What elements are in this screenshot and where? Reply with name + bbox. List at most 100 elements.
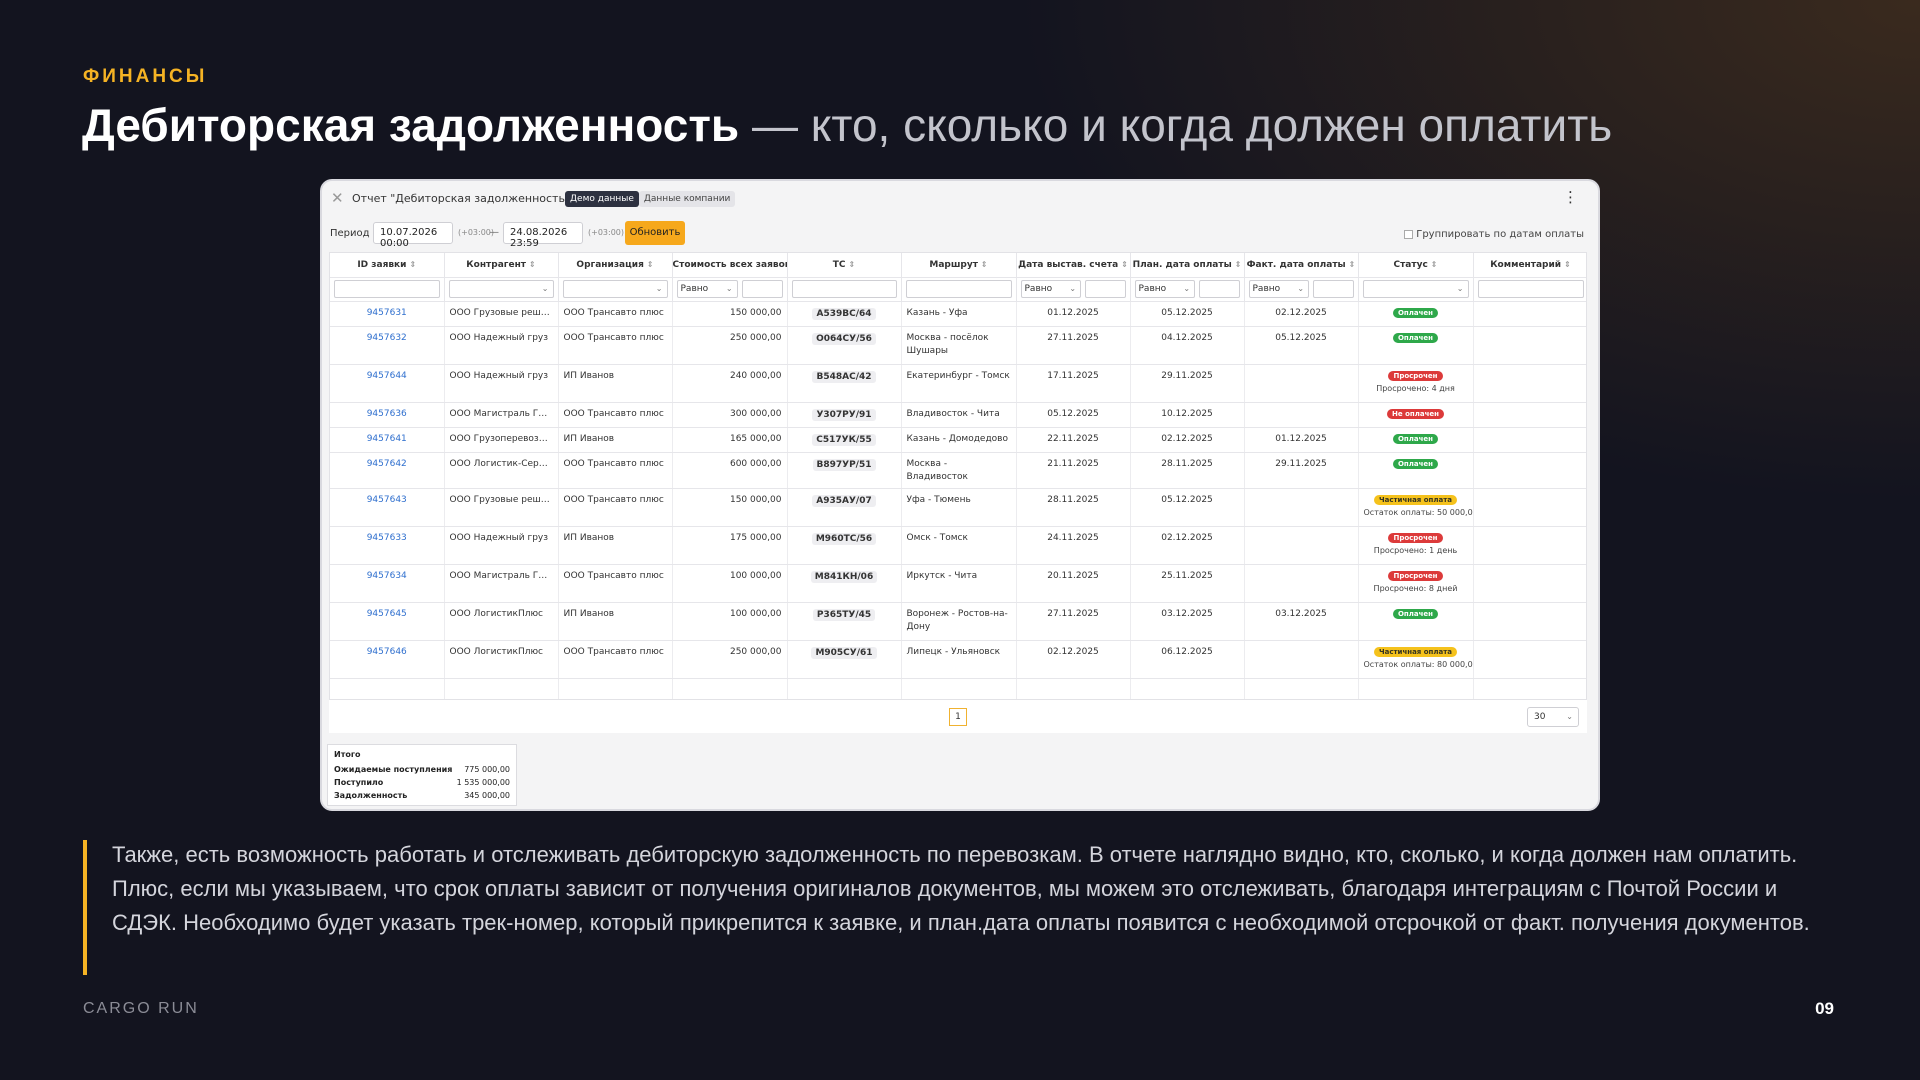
comment-cell[interactable] bbox=[1473, 640, 1586, 679]
column-header[interactable]: Факт. дата оплаты ⇕ bbox=[1244, 253, 1359, 278]
request-id-link[interactable]: 9457634 bbox=[330, 564, 445, 603]
plan-date-cell: 06.12.2025 bbox=[1130, 640, 1245, 679]
request-id-link[interactable]: 9457644 bbox=[330, 364, 445, 403]
comment-cell[interactable] bbox=[1473, 427, 1586, 453]
table-body: 9457631 ООО Грузовые реше... ООО Трансавто… bbox=[330, 301, 1586, 707]
amount-filter-input[interactable] bbox=[741, 280, 783, 298]
status-badge: Оплачен bbox=[1392, 332, 1439, 343]
fact-date-filter-input[interactable] bbox=[1313, 280, 1354, 298]
organization-cell: ООО Трансавто плюс bbox=[558, 488, 673, 527]
column-header[interactable]: Контрагент ⇕ bbox=[444, 253, 559, 278]
org-filter-select[interactable]: ⌄ bbox=[562, 280, 668, 298]
vehicle-filter-input[interactable] bbox=[791, 280, 897, 298]
plan-date-cell: 05.12.2025 bbox=[1130, 488, 1245, 527]
table-row[interactable]: 9457633 ООО Надежный груз ИП Иванов 175 000… bbox=[330, 526, 1586, 565]
comment-cell[interactable] bbox=[1473, 488, 1586, 527]
invoice-date-cell: 17.11.2025 bbox=[1016, 364, 1131, 403]
column-header[interactable]: Статус ⇕ bbox=[1358, 253, 1474, 278]
status-badge: Просрочен bbox=[1388, 532, 1443, 543]
request-id-link[interactable]: 9457636 bbox=[330, 402, 445, 428]
status-filter-select[interactable]: ⌄ bbox=[1362, 280, 1469, 298]
plan-date-operator-select[interactable]: Равно ⌄ bbox=[1134, 280, 1196, 298]
plan-date-filter-input[interactable] bbox=[1199, 280, 1240, 298]
column-header[interactable]: ID заявки ⇕ bbox=[330, 253, 445, 278]
invoice-date-cell: 02.12.2025 bbox=[1016, 640, 1131, 679]
request-id-link[interactable]: 9457642 bbox=[330, 452, 445, 489]
date-from-input[interactable]: 10.07.2026 00:00 bbox=[373, 222, 453, 249]
status-cell: Оплачен bbox=[1358, 452, 1474, 489]
contractor-cell: ООО ЛогистикПлюс bbox=[444, 602, 559, 641]
vehicle-plate: С517УК/55 bbox=[812, 433, 876, 446]
column-header[interactable]: Маршрут ⇕ bbox=[901, 253, 1017, 278]
fact-date-cell: 02.12.2025 bbox=[1244, 301, 1359, 327]
tab-company-data[interactable]: Данные компании bbox=[638, 191, 736, 207]
status-cell: Просрочен Просрочено: 4 дня bbox=[1358, 364, 1474, 403]
contractor-filter-select[interactable]: ⌄ bbox=[448, 280, 554, 298]
table-row[interactable]: 9457636 ООО Магистраль Гру... ООО Трансавт… bbox=[330, 402, 1586, 428]
more-menu-icon[interactable]: ⋮ bbox=[1563, 188, 1578, 206]
request-id-link[interactable]: 9457646 bbox=[330, 640, 445, 679]
close-icon[interactable]: ✕ bbox=[331, 189, 344, 207]
refresh-button[interactable]: Обновить bbox=[625, 221, 685, 245]
request-id-link[interactable]: 9457645 bbox=[330, 602, 445, 641]
comment-filter-input[interactable] bbox=[1477, 280, 1584, 298]
column-header[interactable]: ТС ⇕ bbox=[787, 253, 902, 278]
table-row[interactable]: 9457631 ООО Грузовые реше... ООО Трансавто… bbox=[330, 301, 1586, 327]
date-to-input[interactable]: 24.08.2026 23:59 bbox=[503, 222, 583, 249]
request-id-link[interactable]: 9457633 bbox=[330, 526, 445, 565]
column-header[interactable]: Организация ⇕ bbox=[558, 253, 673, 278]
amount-operator-select[interactable]: Равно ⌄ bbox=[676, 280, 738, 298]
table-row[interactable]: 9457644 ООО Надежный груз ИП Иванов 240 000… bbox=[330, 364, 1586, 403]
table-row[interactable]: 9457643 ООО Грузовые реше... ООО Трансавто… bbox=[330, 488, 1586, 527]
comment-cell[interactable] bbox=[1473, 602, 1586, 641]
request-id-link[interactable]: 9457641 bbox=[330, 427, 445, 453]
route-filter-input[interactable] bbox=[905, 280, 1012, 298]
amount-cell: 150 000,00 bbox=[672, 488, 788, 527]
fact-date-cell bbox=[1244, 526, 1359, 565]
contractor-cell: ООО ЛогистикПлюс bbox=[444, 640, 559, 679]
comment-cell[interactable] bbox=[1473, 526, 1586, 565]
table-row[interactable]: 9457642 ООО Логистик-Сервис ООО Трансавто … bbox=[330, 452, 1586, 489]
request-id-link[interactable]: 9457643 bbox=[330, 488, 445, 527]
report-title: Отчет "Дебиторская задолженность" bbox=[352, 192, 571, 205]
id-filter-input[interactable] bbox=[334, 280, 440, 298]
invoice-date-operator-select[interactable]: Равно ⌄ bbox=[1020, 280, 1082, 298]
fact-date-cell bbox=[1244, 640, 1359, 679]
status-cell: Просрочен Просрочено: 1 день bbox=[1358, 526, 1474, 565]
totals-row: Ожидаемые поступления 775 000,00 bbox=[334, 765, 510, 774]
status-badge: Частичная оплата bbox=[1373, 646, 1458, 657]
column-header[interactable]: План. дата оплаты ⇕ bbox=[1130, 253, 1245, 278]
route-cell: Екатеринбург - Томск bbox=[901, 364, 1017, 403]
column-header[interactable]: Стоимость всех заявок bbox=[672, 253, 788, 278]
table-row[interactable]: 9457646 ООО ЛогистикПлюс ООО Трансавто плю… bbox=[330, 640, 1586, 679]
comment-cell[interactable] bbox=[1473, 301, 1586, 327]
table-row[interactable]: 9457634 ООО Магистраль Гру... ООО Трансавт… bbox=[330, 564, 1586, 603]
contractor-cell: ООО Грузовые реше... bbox=[444, 488, 559, 527]
tab-demo-data[interactable]: Демо данные bbox=[565, 191, 639, 207]
request-id-link[interactable]: 9457632 bbox=[330, 326, 445, 365]
table-row[interactable]: 9457645 ООО ЛогистикПлюс ИП Иванов 100 000,… bbox=[330, 602, 1586, 641]
comment-cell[interactable] bbox=[1473, 452, 1586, 489]
group-by-payment-date[interactable]: Группировать по датам оплаты bbox=[1404, 229, 1584, 240]
table-row[interactable]: 9457641 ООО Грузоперевозки... ИП Иванов 165… bbox=[330, 427, 1586, 453]
plan-date-cell: 10.12.2025 bbox=[1130, 402, 1245, 428]
comment-cell[interactable] bbox=[1473, 364, 1586, 403]
organization-cell: ИП Иванов bbox=[558, 364, 673, 403]
page-button-current[interactable]: 1 bbox=[949, 708, 967, 726]
request-id-link[interactable]: 9457631 bbox=[330, 301, 445, 327]
column-header[interactable]: Дата выстав. счета ⇕ bbox=[1016, 253, 1131, 278]
pagination: 1 30 ⌄ bbox=[329, 699, 1587, 733]
slide-title-rest: — кто, сколько и когда должен оплатить bbox=[739, 99, 1613, 151]
group-checkbox[interactable] bbox=[1404, 230, 1414, 239]
table-row[interactable]: 9457632 ООО Надежный груз ООО Трансавто пл… bbox=[330, 326, 1586, 365]
invoice-date-filter-input[interactable] bbox=[1085, 280, 1126, 298]
comment-cell[interactable] bbox=[1473, 326, 1586, 365]
fact-date-operator-select[interactable]: Равно ⌄ bbox=[1248, 280, 1310, 298]
column-header[interactable]: Комментарий ⇕ bbox=[1473, 253, 1586, 278]
amount-cell: 100 000,00 bbox=[672, 602, 788, 641]
comment-cell[interactable] bbox=[1473, 402, 1586, 428]
route-cell: Москва - посёлок Шушары bbox=[901, 326, 1017, 365]
vehicle-cell: М905СУ/61 bbox=[787, 640, 902, 679]
comment-cell[interactable] bbox=[1473, 564, 1586, 603]
per-page-select[interactable]: 30 ⌄ bbox=[1527, 707, 1579, 727]
